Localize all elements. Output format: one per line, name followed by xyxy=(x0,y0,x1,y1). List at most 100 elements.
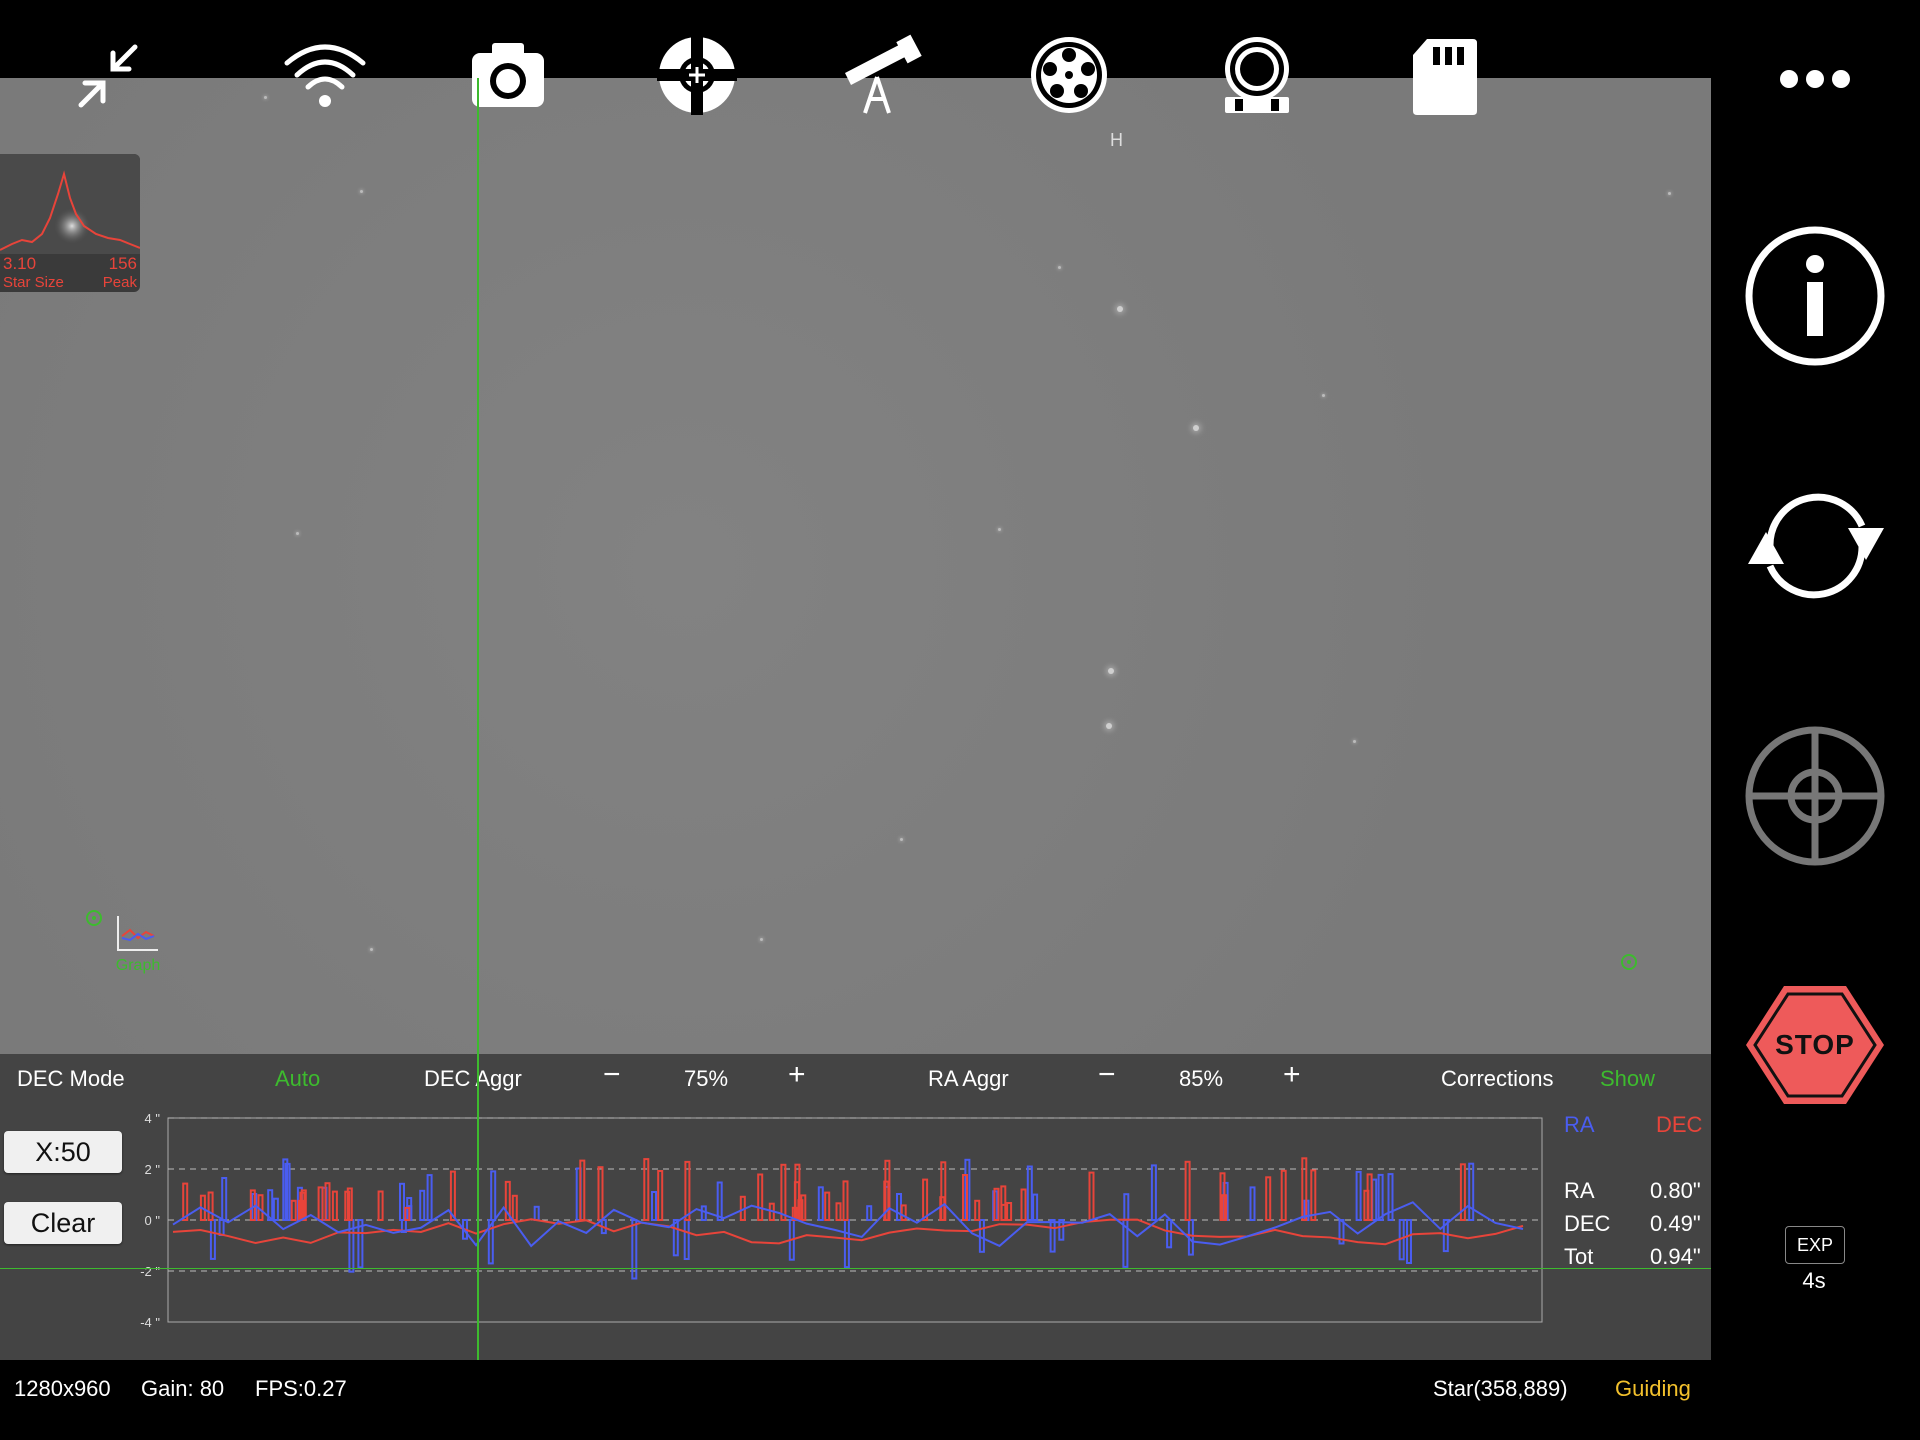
dec-correction-bar xyxy=(1184,1160,1191,1221)
legend-ra: RA xyxy=(1564,1112,1595,1137)
y-tick: 4 " xyxy=(145,1111,161,1126)
dec-correction-bar xyxy=(324,1182,331,1221)
star xyxy=(1322,394,1325,397)
ra-correction-bar xyxy=(1355,1170,1362,1221)
y-tick: -4 " xyxy=(140,1315,160,1330)
more-button[interactable] xyxy=(1770,64,1860,94)
star xyxy=(1353,740,1356,743)
ra-correction-bar xyxy=(1150,1164,1157,1221)
dec-mode-value[interactable]: Auto xyxy=(275,1066,320,1092)
filter-wheel-icon xyxy=(1031,37,1107,113)
guide-button[interactable] xyxy=(652,30,742,120)
dec-aggr-value: 75% xyxy=(684,1066,729,1091)
dec-correction-bar xyxy=(1006,1202,1013,1221)
resolution-text: 1280x960 xyxy=(14,1376,111,1401)
corrections-toggle[interactable]: Show xyxy=(1600,1066,1655,1092)
corrections-label: Corrections xyxy=(1441,1066,1554,1091)
dec-aggr-minus-button[interactable]: − xyxy=(603,1060,621,1090)
dec-correction-bar xyxy=(900,1204,907,1222)
ra-correction-bar xyxy=(533,1205,540,1222)
x-scale-button[interactable]: X:50 xyxy=(4,1131,122,1173)
ra-correction-bar xyxy=(1249,1186,1256,1221)
ra-correction-bar xyxy=(490,1170,497,1221)
ra-rms-value: 0.80" xyxy=(1650,1178,1701,1203)
dec-correction-bar xyxy=(974,1199,981,1222)
star-size-value: 3.10 xyxy=(3,254,37,273)
storage-button[interactable] xyxy=(1400,30,1490,120)
ra-correction-bar xyxy=(1406,1219,1412,1264)
info-button[interactable] xyxy=(1743,224,1887,368)
target-button[interactable] xyxy=(1743,724,1887,868)
ra-correction-bar xyxy=(896,1193,902,1221)
ra-correction-bar xyxy=(1468,1162,1475,1221)
dec-correction-bar xyxy=(657,1170,664,1221)
ra-aggr-minus-button[interactable]: − xyxy=(1098,1060,1116,1090)
dec-rms-label: DEC xyxy=(1564,1211,1611,1236)
wifi-button[interactable] xyxy=(280,30,370,120)
dec-correction-bar xyxy=(1366,1173,1373,1221)
camera-viewport[interactable]: Graph xyxy=(0,78,1711,1054)
dec-correction-bar xyxy=(331,1190,338,1221)
ra-aggr-label: RA Aggr xyxy=(928,1066,1009,1091)
dec-correction-bar xyxy=(757,1173,764,1221)
dec-correction-bar xyxy=(1265,1176,1272,1222)
dec-correction-bar xyxy=(780,1163,787,1221)
clear-button[interactable]: Clear xyxy=(4,1202,122,1244)
exposure-button[interactable]: EXP xyxy=(1785,1226,1845,1264)
ra-correction-bar xyxy=(978,1219,985,1253)
ra-correction-bar xyxy=(866,1205,873,1221)
dec-correction-bar xyxy=(1000,1185,1007,1221)
star xyxy=(760,938,763,941)
info-icon xyxy=(1745,226,1885,366)
filter-wheel-button[interactable] xyxy=(1024,30,1114,120)
dec-correction-bar xyxy=(824,1191,831,1221)
star-profile-panel[interactable]: 3.10 156 Star Size Peak xyxy=(0,154,140,292)
filter-label: H xyxy=(1110,130,1123,150)
dec-correction-bar xyxy=(579,1159,586,1221)
focuser-button[interactable] xyxy=(1212,30,1302,120)
star xyxy=(1108,668,1114,674)
dec-mode-label: DEC Mode xyxy=(17,1066,125,1091)
exposure-value: 4s xyxy=(1802,1268,1826,1293)
graph-toggle[interactable]: Graph xyxy=(110,912,170,982)
status-bar: 1280x960 Gain: 80 FPS:0.27 Star(358,889)… xyxy=(0,1360,1711,1440)
dec-aggr-plus-button[interactable]: + xyxy=(788,1060,806,1090)
dec-correction-bar xyxy=(1280,1169,1287,1222)
guide-target-icon xyxy=(657,35,737,115)
ra-correction-bar xyxy=(1123,1193,1130,1221)
fps-text: FPS:0.27 xyxy=(255,1376,347,1401)
peak-label: Peak xyxy=(102,274,137,291)
ra-correction-bar xyxy=(631,1219,638,1280)
ra-correction-bar xyxy=(272,1197,279,1221)
ra-correction-bar xyxy=(700,1205,707,1222)
star-profile-plot xyxy=(0,154,140,254)
mount-button[interactable] xyxy=(836,30,926,120)
ra-aggr-plus-button[interactable]: + xyxy=(1283,1060,1301,1090)
dec-correction-bar xyxy=(842,1180,849,1221)
dec-correction-bar xyxy=(317,1186,324,1221)
right-sidebar xyxy=(1711,0,1920,1440)
dec-correction-bar xyxy=(511,1194,518,1222)
guiding-status: Guiding xyxy=(1615,1376,1691,1401)
ra-correction-bar xyxy=(1166,1219,1173,1249)
tot-rms-label: Tot xyxy=(1564,1244,1594,1269)
guide-graph: 4 " 2 " 0 " -2 " -4 " xyxy=(140,1111,1543,1330)
dec-correction-bar xyxy=(1020,1188,1027,1221)
wifi-icon xyxy=(284,44,366,107)
telescope-icon xyxy=(845,34,922,114)
ra-correction-bar xyxy=(817,1186,824,1222)
ra-correction-bar xyxy=(1049,1219,1056,1253)
legend-dec: DEC xyxy=(1656,1112,1703,1137)
star xyxy=(998,528,1001,531)
dec-rms-value: 0.49" xyxy=(1650,1211,1701,1236)
collapse-button[interactable] xyxy=(60,30,150,120)
ra-correction-bar xyxy=(683,1219,690,1260)
guide-crosshair-vertical xyxy=(477,78,479,1360)
ra-correction-bar xyxy=(426,1174,433,1221)
stop-button[interactable]: STOP xyxy=(1744,982,1886,1108)
star xyxy=(1106,723,1112,729)
dec-correction-bar xyxy=(1310,1169,1317,1221)
ra-correction-bar xyxy=(1371,1178,1378,1221)
loop-button[interactable] xyxy=(1736,478,1896,614)
ra-correction-bar xyxy=(1377,1173,1384,1221)
